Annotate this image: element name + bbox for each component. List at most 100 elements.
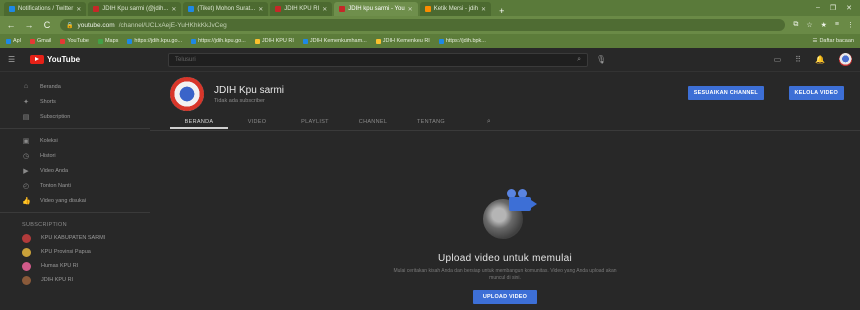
- bookmark-favicon-icon: [254, 38, 260, 44]
- bookmark-item[interactable]: Maps: [97, 38, 119, 44]
- subscription-item[interactable]: Humas KPU RI: [0, 259, 150, 273]
- youtube-app: ☰ YouTube Telusuri ⌕ 🎙 ▭ ⠿ 🔔 ⌂ Beranda ✦ Sh…: [0, 48, 860, 310]
- browser-tab[interactable]: JDIH kpu sarmi - You ✕: [334, 2, 418, 16]
- empty-state: Upload video untuk memulai Mulai ceritak…: [150, 189, 860, 304]
- browser-tab-label: JDIH kpu sarmi - You: [348, 6, 405, 12]
- browser-address-bar: ← → C 🔒 youtube.com/channel/UCLxAejE-YuH…: [0, 16, 860, 34]
- browser-tab-label: JDIH KPU RI: [284, 6, 320, 12]
- bookmark-item[interactable]: https://jdih.kpu.go...: [191, 38, 246, 44]
- bookmark-favicon-icon: [438, 38, 444, 44]
- sidebar-item-history[interactable]: ◷ Histori: [0, 148, 150, 163]
- search-icon[interactable]: ⌕: [577, 56, 581, 64]
- youtube-logo[interactable]: YouTube: [30, 55, 80, 64]
- bookmark-label: Apl: [13, 38, 21, 44]
- sidebar-divider: [0, 212, 150, 213]
- topbar-actions: ▭ ⠿ 🔔: [774, 53, 852, 66]
- upload-video-button[interactable]: UPLOAD VIDEO: [472, 290, 538, 304]
- share-icon[interactable]: ☆: [806, 21, 812, 29]
- new-tab-button[interactable]: +: [493, 6, 510, 16]
- bookmark-label: YouTube: [67, 38, 89, 44]
- url-host: youtube.com: [77, 21, 115, 29]
- tab-favicon-icon: [275, 6, 282, 12]
- subscriptions-heading: SUBSCRIPTION: [22, 222, 67, 228]
- menu-icon[interactable]: ☰: [8, 55, 22, 64]
- subscription-item[interactable]: KPU Provinsi Papua: [0, 245, 150, 259]
- sidebar-item-home[interactable]: ⌂ Beranda: [0, 79, 150, 94]
- tab-close-icon[interactable]: ✕: [408, 6, 413, 13]
- your-videos-icon: ▶: [23, 167, 29, 175]
- reload-button[interactable]: C: [42, 20, 52, 30]
- tab-close-icon[interactable]: ✕: [171, 6, 176, 13]
- window-controls: – ❐ ✕: [816, 4, 860, 12]
- bookmark-item[interactable]: JDIH Kemenkumham...: [302, 38, 367, 44]
- back-button[interactable]: ←: [6, 20, 16, 30]
- browser-tab[interactable]: JDIH KPU RI ✕: [270, 2, 333, 16]
- sidebar-item-shorts[interactable]: ✦ Shorts: [0, 94, 150, 109]
- sidebar-item-watch-later[interactable]: ◴ Tonton Nanti: [0, 178, 150, 193]
- account-avatar[interactable]: [839, 53, 852, 66]
- subscription-item[interactable]: KPU KABUPATEN SARMI: [0, 231, 150, 245]
- bookmark-item[interactable]: YouTube: [60, 38, 89, 44]
- notifications-icon[interactable]: 🔔: [815, 55, 825, 64]
- bookmark-item[interactable]: Apl: [6, 38, 21, 44]
- channel-search-button[interactable]: ⌕: [460, 115, 518, 129]
- forward-button[interactable]: →: [24, 20, 34, 30]
- customize-channel-button[interactable]: SESUAIKAN CHANNEL: [687, 86, 764, 100]
- sidebar-divider: [0, 128, 150, 129]
- minimize-button[interactable]: –: [816, 4, 820, 12]
- maximize-button[interactable]: ❐: [830, 4, 836, 12]
- subscription-avatar: [22, 261, 31, 271]
- url-bar[interactable]: 🔒 youtube.com/channel/UCLxAejE-YuHKhkKkJ…: [60, 19, 786, 31]
- close-window-button[interactable]: ✕: [846, 4, 852, 12]
- sidebar-item-your-videos[interactable]: ▶ Video Anda: [0, 163, 150, 178]
- history-icon: ◷: [22, 152, 30, 160]
- browser-tab[interactable]: (Tiket) Mohon Surat... ✕: [183, 2, 269, 16]
- browser-tab[interactable]: Ketik Mersi - jdih ✕: [419, 2, 492, 16]
- tab-playlist[interactable]: PLAYLIST: [286, 115, 344, 129]
- sidebar: ⌂ Beranda ✦ Shorts ▤ Subscription ▣ Koleksi ◷ His…: [0, 73, 150, 310]
- bookmark-item[interactable]: Gmail: [29, 38, 51, 44]
- bookmark-favicon-icon: [191, 38, 197, 44]
- manage-videos-button[interactable]: KELOLA VIDEO: [788, 86, 844, 100]
- apps-icon[interactable]: ⠿: [795, 55, 801, 64]
- bookmark-star-icon[interactable]: ★: [821, 21, 827, 29]
- sidebar-item-label: Histori: [40, 152, 56, 159]
- tab-search-icon[interactable]: ⧉: [793, 21, 798, 29]
- channel-name: JDIH Kpu sarmi: [214, 84, 285, 96]
- browser-tab[interactable]: JDIH Kpu sarmi (@jdih... ✕: [88, 2, 182, 16]
- bookmark-item[interactable]: JDIH KPU RI: [254, 38, 294, 44]
- subscription-item[interactable]: JDIH KPU RI: [0, 273, 150, 287]
- bookmark-label: Maps: [104, 38, 119, 44]
- sidebar-item-library[interactable]: ▣ Koleksi: [0, 133, 150, 148]
- create-video-icon[interactable]: ▭: [774, 55, 782, 64]
- extensions-icon[interactable]: ≡: [835, 21, 839, 29]
- sidebar-item-subscriptions[interactable]: ▤ Subscription: [0, 109, 150, 124]
- tab-favicon-icon: [339, 6, 346, 12]
- sidebar-item-liked-videos[interactable]: 👍 Video yang disukai: [0, 193, 150, 208]
- bookmark-item[interactable]: JDIH Kemenkeu RI: [375, 38, 430, 44]
- mic-icon[interactable]: 🎙: [596, 55, 606, 64]
- bookmark-label: https://jdih.kpu.go...: [134, 38, 183, 44]
- home-icon: ⌂: [23, 83, 29, 90]
- tab-beranda[interactable]: BERANDA: [170, 115, 228, 129]
- bookmark-favicon-icon: [375, 38, 381, 44]
- browser-menu-icon[interactable]: ⋮: [847, 21, 854, 29]
- reading-list-button[interactable]: ☰ Daftar bacaan: [813, 38, 855, 44]
- tab-tentang[interactable]: TENTANG: [402, 115, 460, 129]
- subscription-label: KPU Provinsi Papua: [41, 249, 91, 255]
- sidebar-item-label: Koleksi: [40, 137, 58, 144]
- tab-close-icon[interactable]: ✕: [258, 6, 263, 13]
- bookmark-item[interactable]: https://jdih.kpu.go...: [127, 38, 182, 44]
- browser-tab[interactable]: Notifications / Twitter ✕: [4, 2, 87, 16]
- tab-close-icon[interactable]: ✕: [322, 6, 327, 13]
- browser-tab-label: Ketik Mersi - jdih: [433, 6, 479, 12]
- channel-header: JDIH Kpu sarmi Tidak ada subscriber: [170, 77, 284, 111]
- tab-video[interactable]: VIDEO: [228, 115, 286, 129]
- youtube-play-icon: [30, 55, 44, 64]
- browser-tab-label: JDIH Kpu sarmi (@jdih...: [102, 6, 169, 12]
- tab-close-icon[interactable]: ✕: [76, 6, 81, 13]
- tab-close-icon[interactable]: ✕: [481, 6, 486, 13]
- bookmark-item[interactable]: https://jdih.bpk...: [438, 38, 486, 44]
- tab-channel[interactable]: CHANNEL: [344, 115, 402, 129]
- search-input[interactable]: Telusuri ⌕: [168, 52, 589, 67]
